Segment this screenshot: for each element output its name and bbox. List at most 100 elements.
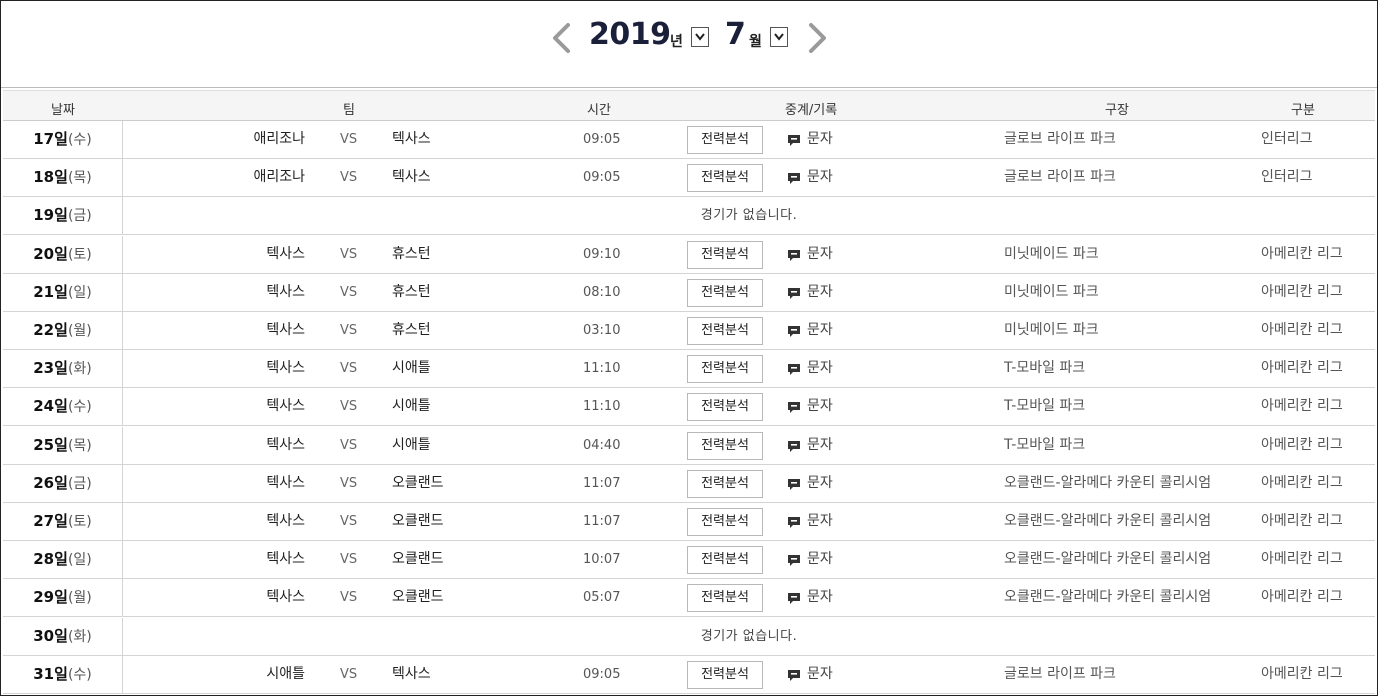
- game-time: 09:05: [583, 667, 621, 682]
- league-category: 아메리칸 리그: [1261, 284, 1343, 300]
- analysis-button[interactable]: 전력분석: [687, 661, 763, 689]
- text-relay-link[interactable]: 문자: [787, 503, 833, 540]
- prev-month-chevron-left-icon[interactable]: [550, 23, 572, 53]
- date-weekday: (수): [67, 132, 92, 148]
- col-category: 구분: [1291, 103, 1315, 118]
- vs-label: VS: [340, 476, 358, 491]
- league-category: 아메리칸 리그: [1261, 360, 1343, 376]
- home-team: 애리조나: [253, 169, 305, 185]
- text-relay-link[interactable]: 문자: [787, 579, 833, 616]
- date-day: 23일: [33, 359, 68, 377]
- speech-bubble-icon: [788, 670, 800, 681]
- no-game-message: 경기가 없습니다.: [700, 629, 798, 644]
- text-relay-link[interactable]: 문자: [787, 121, 833, 158]
- away-team: 시애틀: [392, 360, 431, 376]
- col-time: 시간: [587, 103, 611, 118]
- date-cell: 23일(화): [3, 350, 123, 387]
- date-cell: 27일(토): [3, 503, 123, 540]
- game-time: 11:10: [583, 399, 621, 414]
- analysis-button[interactable]: 전력분석: [687, 508, 763, 536]
- date-cell: 24일(수): [3, 388, 123, 425]
- vs-label: VS: [340, 590, 358, 605]
- game-time: 09:05: [583, 132, 621, 147]
- text-relay-link[interactable]: 문자: [787, 656, 833, 693]
- away-team: 오클랜드: [392, 589, 444, 605]
- no-game-message: 경기가 없습니다.: [700, 208, 798, 223]
- date-day: 26일: [33, 474, 68, 492]
- text-relay-label: 문자: [807, 246, 833, 262]
- date-weekday: (목): [67, 170, 92, 186]
- col-broadcast: 중계/기록: [785, 103, 838, 118]
- date-cell: 19일(금): [3, 197, 123, 234]
- text-relay-link[interactable]: 문자: [787, 312, 833, 349]
- speech-bubble-icon: [788, 173, 800, 184]
- analysis-button[interactable]: 전력분석: [687, 584, 763, 612]
- stadium-name: T-모바일 파크: [1004, 398, 1086, 414]
- speech-bubble-icon: [788, 288, 800, 299]
- speech-bubble-icon: [788, 517, 800, 528]
- date-cell: 22일(월): [3, 312, 123, 349]
- text-relay-link[interactable]: 문자: [787, 541, 833, 578]
- table-row: 18일(목) 애리조나 VS 텍사스 09:05 전력분석 문자 글로브 라이프 파크 인터리그: [3, 159, 1375, 197]
- table-header: 날짜 팀 시간 중계/기록 구장 구분: [3, 90, 1375, 121]
- analysis-button[interactable]: 전력분석: [687, 126, 763, 154]
- analysis-button[interactable]: 전력분석: [687, 470, 763, 498]
- year-value: 2019: [589, 17, 671, 52]
- table-row: 24일(수) 텍사스 VS 시애틀 11:10 전력분석 문자 T-모바일 파크 아메리칸 리그: [3, 388, 1375, 426]
- table-row: 25일(목) 텍사스 VS 시애틀 04:40 전력분석 문자 T-모바일 파크 아메리칸 리그: [3, 427, 1375, 465]
- analysis-button[interactable]: 전력분석: [687, 279, 763, 307]
- table-row: 28일(일) 텍사스 VS 오클랜드 10:07 전력분석 문자 오클랜드-알라메다 카운티 …: [3, 541, 1375, 579]
- league-category: 인터리그: [1261, 169, 1313, 185]
- year-select-chevron-down-icon[interactable]: [691, 27, 709, 47]
- speech-bubble-icon: [788, 479, 800, 490]
- date-day: 25일: [33, 436, 68, 454]
- vs-label: VS: [340, 438, 358, 453]
- home-team: 텍사스: [266, 513, 305, 529]
- text-relay-label: 문자: [807, 666, 833, 682]
- game-time: 03:10: [583, 323, 621, 338]
- analysis-button[interactable]: 전력분석: [687, 355, 763, 383]
- date-day: 21일: [33, 283, 68, 301]
- next-month-chevron-right-icon[interactable]: [807, 23, 829, 53]
- analysis-button[interactable]: 전력분석: [687, 241, 763, 269]
- text-relay-link[interactable]: 문자: [787, 159, 833, 196]
- date-day: 20일: [33, 245, 68, 263]
- home-team: 텍사스: [266, 322, 305, 338]
- analysis-button[interactable]: 전력분석: [687, 546, 763, 574]
- date-cell: 30일(화): [3, 618, 123, 655]
- speech-bubble-icon: [788, 402, 800, 413]
- text-relay-link[interactable]: 문자: [787, 388, 833, 425]
- schedule-frame: 2019 년 7 월 날짜 팀 시간 중계/기록 구장 구분 17일(수) 애리조…: [0, 0, 1378, 696]
- vs-label: VS: [340, 247, 358, 262]
- date-day: 30일: [33, 627, 68, 645]
- vs-label: VS: [340, 132, 358, 147]
- home-team: 텍사스: [266, 475, 305, 491]
- text-relay-link[interactable]: 문자: [787, 465, 833, 502]
- table-row: 31일(수) 시애틀 VS 텍사스 09:05 전력분석 문자 글로브 라이프 파크 아메리칸 …: [3, 656, 1375, 694]
- away-team: 시애틀: [392, 437, 431, 453]
- date-weekday: (토): [67, 514, 92, 530]
- text-relay-link[interactable]: 문자: [787, 427, 833, 464]
- analysis-button[interactable]: 전력분석: [687, 164, 763, 192]
- col-date: 날짜: [51, 103, 75, 118]
- date-weekday: (수): [67, 399, 92, 415]
- vs-label: VS: [340, 323, 358, 338]
- home-team: 애리조나: [253, 131, 305, 147]
- game-time: 04:40: [583, 438, 621, 453]
- analysis-button[interactable]: 전력분석: [687, 393, 763, 421]
- text-relay-link[interactable]: 문자: [787, 350, 833, 387]
- year-unit: 년: [670, 34, 683, 50]
- home-team: 시애틀: [266, 666, 305, 682]
- date-day: 27일: [33, 512, 68, 530]
- date-cell: 17일(수): [3, 121, 123, 158]
- analysis-button[interactable]: 전력분석: [687, 317, 763, 345]
- analysis-button[interactable]: 전력분석: [687, 432, 763, 460]
- text-relay-link[interactable]: 문자: [787, 236, 833, 273]
- text-relay-link[interactable]: 문자: [787, 274, 833, 311]
- month-select-chevron-down-icon[interactable]: [770, 27, 788, 47]
- speech-bubble-icon: [788, 364, 800, 375]
- date-cell: 26일(금): [3, 465, 123, 502]
- date-day: 24일: [33, 397, 68, 415]
- table-row: 26일(금) 텍사스 VS 오클랜드 11:07 전력분석 문자 오클랜드-알라메다 카운티 …: [3, 465, 1375, 503]
- speech-bubble-icon: [788, 593, 800, 604]
